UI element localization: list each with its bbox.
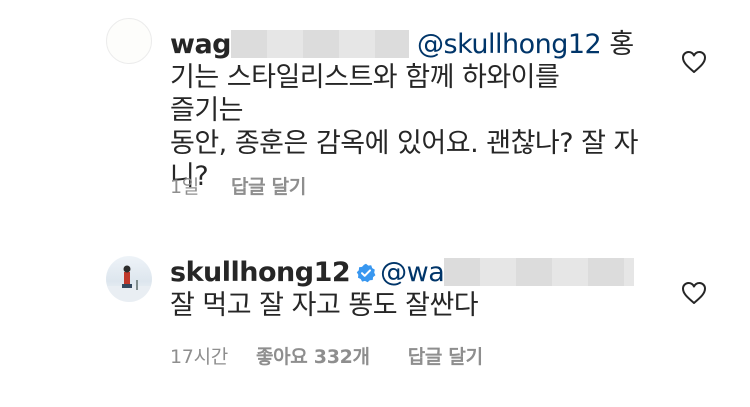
avatar[interactable] [106, 256, 152, 302]
comment-body: skullhong12 @wa 잘 먹고 잘 자고 똥도 잘싼다 [170, 256, 640, 322]
comment-meta: 17시간 좋아요 332개 답글 달기 [170, 342, 511, 369]
reply-button[interactable]: 답글 달기 [408, 346, 483, 368]
redacted-username-block [444, 258, 635, 286]
heart-outline-icon[interactable] [681, 50, 707, 74]
heart-outline-icon[interactable] [681, 281, 707, 305]
comment-time[interactable]: 1일 [170, 176, 199, 198]
reply-button[interactable]: 답글 달기 [231, 176, 306, 198]
likes-count-link[interactable]: 좋아요 332개 [256, 346, 370, 368]
redacted-username-block [231, 30, 409, 58]
mention-link[interactable]: @wa [380, 257, 445, 288]
comment-text: 잘 먹고 잘 자고 똥도 잘싼다 [170, 290, 479, 321]
avatar[interactable] [106, 18, 152, 64]
comment-item: wag @skullhong12 홍 기는 스타일리스트와 함께 하와이를 즐기는… [0, 0, 750, 200]
comment-time[interactable]: 17시간 [170, 346, 228, 368]
username[interactable]: wag [170, 29, 232, 60]
comment-text-line: 홍 [609, 29, 634, 60]
comment-body: wag @skullhong12 홍 기는 스타일리스트와 함께 하와이를 즐기는… [170, 28, 640, 193]
verified-badge-icon [356, 263, 376, 283]
username[interactable]: skullhong12 [170, 257, 351, 288]
comment-item: skullhong12 @wa 잘 먹고 잘 자고 똥도 잘싼다 17시간 좋아요… [0, 230, 750, 390]
comment-meta: 1일 답글 달기 [170, 172, 334, 199]
comment-text-line: 동안, 종훈은 감옥에 있어요. 괜찮나? 잘 자 [170, 128, 638, 159]
comment-text-line: 기는 스타일리스트와 함께 하와이를 즐기는 [170, 62, 560, 126]
mention-link[interactable]: @skullhong12 [417, 29, 602, 60]
avatar-photo-image [106, 265, 152, 302]
